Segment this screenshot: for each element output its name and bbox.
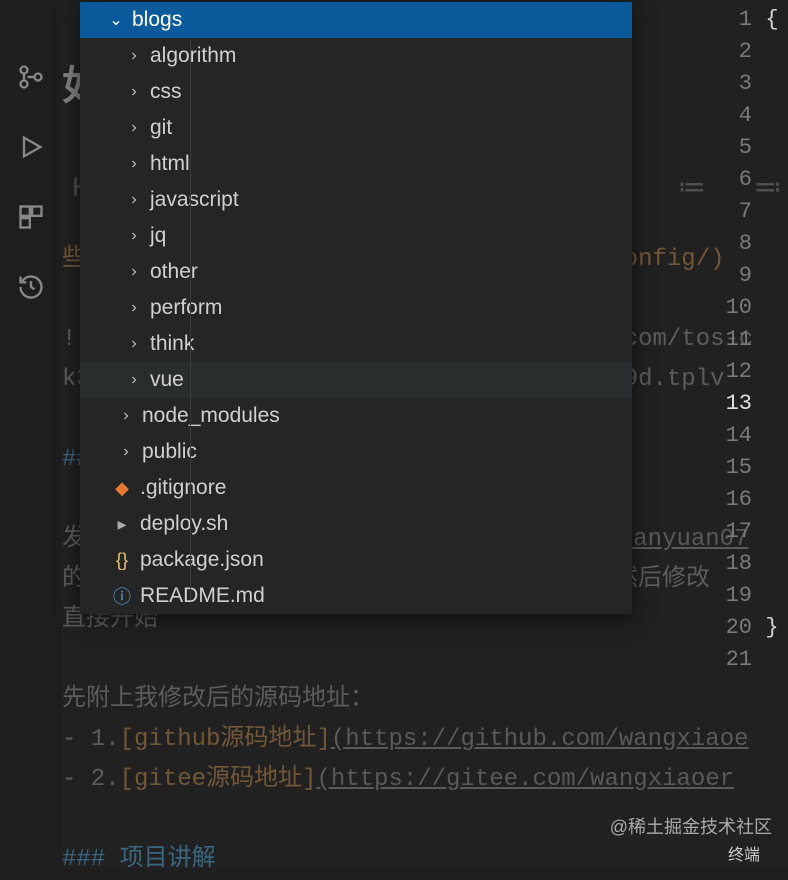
chevron-right-icon: › — [116, 443, 136, 461]
tree-label: .gitignore — [140, 476, 226, 500]
sh-file-icon: ▸ — [110, 514, 134, 535]
tree-label: package.json — [140, 548, 264, 572]
tree-label: README.md — [140, 584, 265, 608]
tree-label: jq — [150, 224, 166, 248]
line-number-gutter: 123456789101112131415161718192021 — [702, 0, 752, 676]
line-number: 19 — [702, 580, 752, 612]
extensions-icon[interactable] — [14, 200, 48, 234]
watermark: @稀土掘金技术社区 — [610, 813, 772, 839]
line-number: 12 — [702, 356, 752, 388]
tree-folder-public[interactable]: › public — [80, 434, 632, 470]
chevron-down-icon: ⌄ — [106, 10, 126, 30]
line-number: 5 — [702, 132, 752, 164]
terminal-tab-label[interactable]: 终端 — [728, 841, 760, 865]
tree-folder-css[interactable]: › css — [80, 74, 632, 110]
tree-label: javascript — [150, 188, 239, 212]
line-number: 21 — [702, 644, 752, 676]
tree-label: algorithm — [150, 44, 236, 68]
line-number: 15 — [702, 452, 752, 484]
tree-label: deploy.sh — [140, 512, 228, 536]
editor-line: - 2.[gitee源码地址](https://gitee.com/wangxi… — [62, 760, 788, 800]
line-number: 8 — [702, 228, 752, 260]
tree-label: git — [150, 116, 172, 140]
tree-label: think — [150, 332, 194, 356]
tree-label: html — [150, 152, 190, 176]
chevron-right-icon: › — [124, 47, 144, 65]
line-number: 6 — [702, 164, 752, 196]
source-control-icon[interactable] — [14, 60, 48, 94]
editor-line: - 1.[github源码地址](https://github.com/wang… — [62, 720, 788, 760]
tree-file-package-json[interactable]: {} package.json — [80, 542, 632, 578]
line-number: 20 — [702, 612, 752, 644]
tree-folder-node_modules[interactable]: › node_modules — [80, 398, 632, 434]
chevron-right-icon: › — [124, 299, 144, 317]
line-number: 10 — [702, 292, 752, 324]
line-number: 3 — [702, 68, 752, 100]
git-file-icon: ◆ — [110, 478, 134, 499]
chevron-right-icon: › — [124, 227, 144, 245]
activity-bar — [0, 0, 62, 869]
tree-label: vue — [150, 368, 184, 392]
line-number: 7 — [702, 196, 752, 228]
tree-label: css — [150, 80, 182, 104]
run-debug-icon[interactable] — [14, 130, 48, 164]
tree-folder-javascript[interactable]: › javascript — [80, 182, 632, 218]
history-icon[interactable] — [14, 270, 48, 304]
tree-label: perform — [150, 296, 222, 320]
tree-folder-think[interactable]: › think — [80, 326, 632, 362]
tree-file-README-md[interactable]: ⓘREADME.md — [80, 578, 632, 614]
json-file-icon: {} — [110, 550, 134, 571]
tree-folder-perform[interactable]: › perform — [80, 290, 632, 326]
chevron-right-icon: › — [124, 155, 144, 173]
line-number: 2 — [702, 36, 752, 68]
tree-folder-other[interactable]: ›other — [80, 254, 632, 290]
tree-label: node_modules — [142, 404, 280, 428]
line-number: 11 — [702, 324, 752, 356]
line-number: 13 — [702, 388, 752, 420]
chevron-right-icon: › — [124, 119, 144, 137]
chevron-right-icon: › — [124, 191, 144, 209]
chevron-right-icon: › — [124, 83, 144, 101]
editor-heading: ### 项目讲解 — [62, 840, 788, 880]
tree-folder-git[interactable]: › git — [80, 110, 632, 146]
line-number: 1 — [702, 4, 752, 36]
editor-line: 先附上我修改后的源码地址： — [62, 680, 788, 720]
line-number: 4 — [702, 100, 752, 132]
tree-folder-jq[interactable]: › jq — [80, 218, 632, 254]
line-number: 16 — [702, 484, 752, 516]
chevron-right-icon: › — [116, 407, 136, 425]
tree-folder-algorithm[interactable]: › algorithm — [80, 38, 632, 74]
chevron-right-icon: › — [124, 335, 144, 353]
info-file-icon: ⓘ — [110, 583, 134, 609]
line-number: 18 — [702, 548, 752, 580]
tree-label: public — [142, 440, 197, 464]
tree-folder-blogs[interactable]: ⌄ blogs — [80, 2, 632, 38]
line-number: 9 — [702, 260, 752, 292]
tree-folder-html[interactable]: › html — [80, 146, 632, 182]
minimap-brace: {} — [756, 0, 788, 676]
tree-label: blogs — [132, 8, 182, 32]
line-number: 14 — [702, 420, 752, 452]
line-number: 17 — [702, 516, 752, 548]
chevron-right-icon: › — [124, 263, 144, 281]
file-explorer-tree: ⌄ blogs › algorithm › css › git › html › javascri… — [80, 2, 632, 614]
chevron-right-icon: › — [124, 371, 144, 389]
tree-file-deploy-sh[interactable]: ▸ deploy.sh — [80, 506, 632, 542]
tree-file--gitignore[interactable]: ◆ .gitignore — [80, 470, 632, 506]
tree-folder-vue[interactable]: › vue — [80, 362, 632, 398]
